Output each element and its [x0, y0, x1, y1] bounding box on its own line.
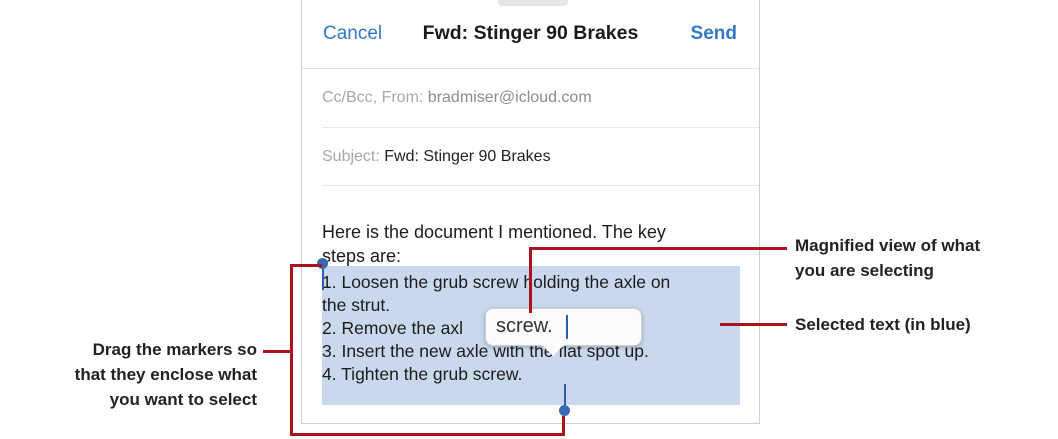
compose-screen: Cancel Fwd: Stinger 90 Brakes Send Cc/Bc…	[301, 0, 760, 424]
step-line: 1. Loosen the grub screw holding the axl…	[322, 272, 671, 292]
callout-drag-line: that they enclose what	[74, 365, 257, 384]
selection-end-handle[interactable]	[559, 405, 570, 416]
callout-line-drag-bottom	[290, 433, 565, 436]
magnifier-loupe: screw.	[485, 308, 642, 346]
magnifier-pointer	[541, 344, 565, 356]
selection-start-bar	[322, 266, 324, 290]
subject-field[interactable]: Subject: Fwd: Stinger 90 Brakes	[322, 128, 759, 186]
step-line: 4. Tighten the grub screw.	[322, 364, 523, 384]
callout-magnified-line: you are selecting	[795, 261, 934, 280]
callout-magnified-line: Magnified view of what	[795, 236, 981, 255]
subject-value: Fwd: Stinger 90 Brakes	[384, 148, 551, 165]
callout-selected-text: Selected text (in blue)	[795, 315, 971, 334]
callout-line-magnified-horizontal	[529, 247, 787, 250]
callout-line-magnified-vertical	[529, 247, 532, 313]
subject-label: Subject:	[322, 148, 380, 165]
magnifier-text: screw.	[496, 315, 553, 337]
intro-line: Here is the document I mentioned. The ke…	[322, 222, 666, 242]
callout-drag-line: Drag the markers so	[92, 340, 257, 359]
magnifier-caret	[566, 315, 568, 339]
ccbcc-label: Cc/Bcc, From:	[322, 89, 424, 106]
from-address: bradmiser@icloud.com	[427, 89, 592, 106]
callout-drag-markers: Drag the markers so that they enclose wh…	[0, 337, 257, 412]
compose-navbar: Cancel Fwd: Stinger 90 Brakes Send	[302, 0, 759, 69]
callout-line-drag-end	[562, 416, 565, 436]
callout-magnified-view: Magnified view of what you are selecting	[795, 233, 980, 283]
message-body-intro[interactable]: Here is the document I mentioned. The ke…	[322, 220, 742, 268]
send-button[interactable]: Send	[691, 23, 737, 45]
callout-line-drag-stub	[263, 350, 291, 353]
callout-line-selected	[720, 323, 787, 326]
callout-drag-line: you want to select	[109, 390, 257, 409]
ccbcc-from-field[interactable]: Cc/Bcc, From: bradmiser@icloud.com	[322, 69, 759, 128]
callout-line-drag-top	[290, 264, 322, 267]
